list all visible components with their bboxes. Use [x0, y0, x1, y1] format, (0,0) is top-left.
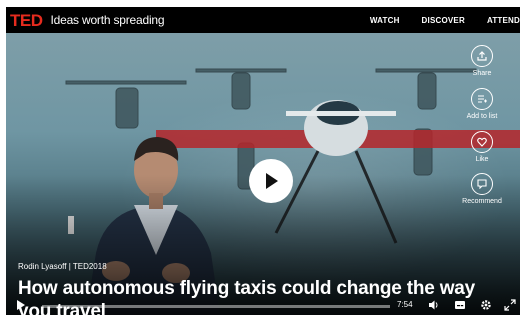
video-frame[interactable]: Share Add to list Like Recommend Rodin L… — [6, 33, 520, 315]
header: TED Ideas worth spreading WATCH DISCOVER… — [6, 7, 520, 33]
add-to-list-action[interactable]: Add to list — [454, 88, 510, 120]
nav-attend[interactable]: ATTEND — [487, 16, 520, 25]
video-player: TED Ideas worth spreading WATCH DISCOVER… — [6, 7, 520, 315]
play-button[interactable] — [249, 159, 293, 203]
main-nav: WATCH DISCOVER ATTEND — [370, 7, 520, 33]
add-to-list-label: Add to list — [466, 113, 498, 120]
progress-bar[interactable] — [42, 305, 390, 308]
recommend-action[interactable]: Recommend — [454, 173, 510, 205]
recommend-label: Recommend — [462, 198, 502, 205]
subtitles-icon[interactable] — [454, 299, 466, 311]
ted-logo[interactable]: TED — [10, 12, 43, 29]
player-controls: 7:54 — [6, 295, 520, 315]
duration: 7:54 — [397, 300, 413, 309]
fullscreen-icon[interactable] — [504, 299, 516, 311]
recommend-icon — [471, 173, 493, 195]
control-play-icon[interactable] — [17, 300, 25, 310]
nav-discover[interactable]: DISCOVER — [422, 16, 465, 25]
speaker-event[interactable]: Rodin Lyasoff | TED2018 — [18, 262, 107, 271]
volume-icon[interactable] — [428, 299, 440, 311]
share-label: Share — [472, 70, 492, 77]
add-to-list-icon — [471, 88, 493, 110]
like-label: Like — [475, 156, 489, 163]
share-action[interactable]: Share — [454, 45, 510, 77]
play-icon — [266, 173, 278, 189]
nav-watch[interactable]: WATCH — [370, 16, 400, 25]
heart-icon — [471, 131, 493, 153]
like-action[interactable]: Like — [454, 131, 510, 163]
share-icon — [471, 45, 493, 67]
settings-icon[interactable] — [480, 299, 492, 311]
tagline: Ideas worth spreading — [50, 13, 165, 27]
